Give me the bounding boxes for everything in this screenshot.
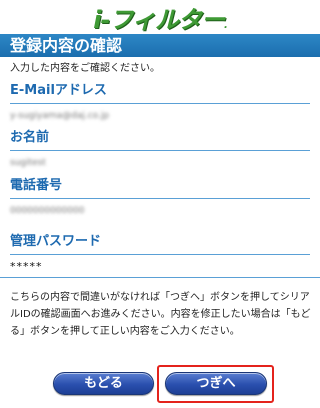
i-filter-logo: i-フィルター. [93, 5, 227, 34]
divider [10, 150, 310, 151]
phone-value: 0000000000000 [10, 206, 85, 216]
name-section: お名前 sugitest [10, 128, 310, 169]
password-label: 管理パスワード [10, 234, 102, 249]
phone-label: 電話番号 [10, 178, 63, 193]
section-divider [0, 277, 320, 278]
page-title: 登録内容の確認 [0, 34, 320, 57]
divider [10, 103, 310, 104]
email-label: E-Mailアドレス [10, 83, 107, 98]
email-section: E-Mailアドレス y-sugiyama@daj.co.jp [10, 81, 310, 122]
instruction-note: こちらの内容で間違いがなければ「つぎへ」ボタンを押してシリアルIDの確認画面へお… [10, 292, 311, 337]
email-value: y-sugiyama@daj.co.jp [10, 111, 110, 121]
back-button[interactable]: もどる [53, 372, 154, 395]
name-value: sugitest [10, 158, 46, 168]
phone-section: 電話番号 0000000000000 [10, 176, 310, 217]
password-section: 管理パスワード ***** [10, 232, 310, 273]
name-label: お名前 [10, 130, 50, 145]
password-value: ***** [10, 260, 43, 273]
logo-bar: i-フィルター. [0, 0, 320, 34]
next-button[interactable]: つぎへ [165, 372, 267, 395]
divider [10, 198, 310, 199]
intro-text: 入力した内容をご確認ください。 [10, 63, 160, 74]
divider [10, 254, 310, 255]
